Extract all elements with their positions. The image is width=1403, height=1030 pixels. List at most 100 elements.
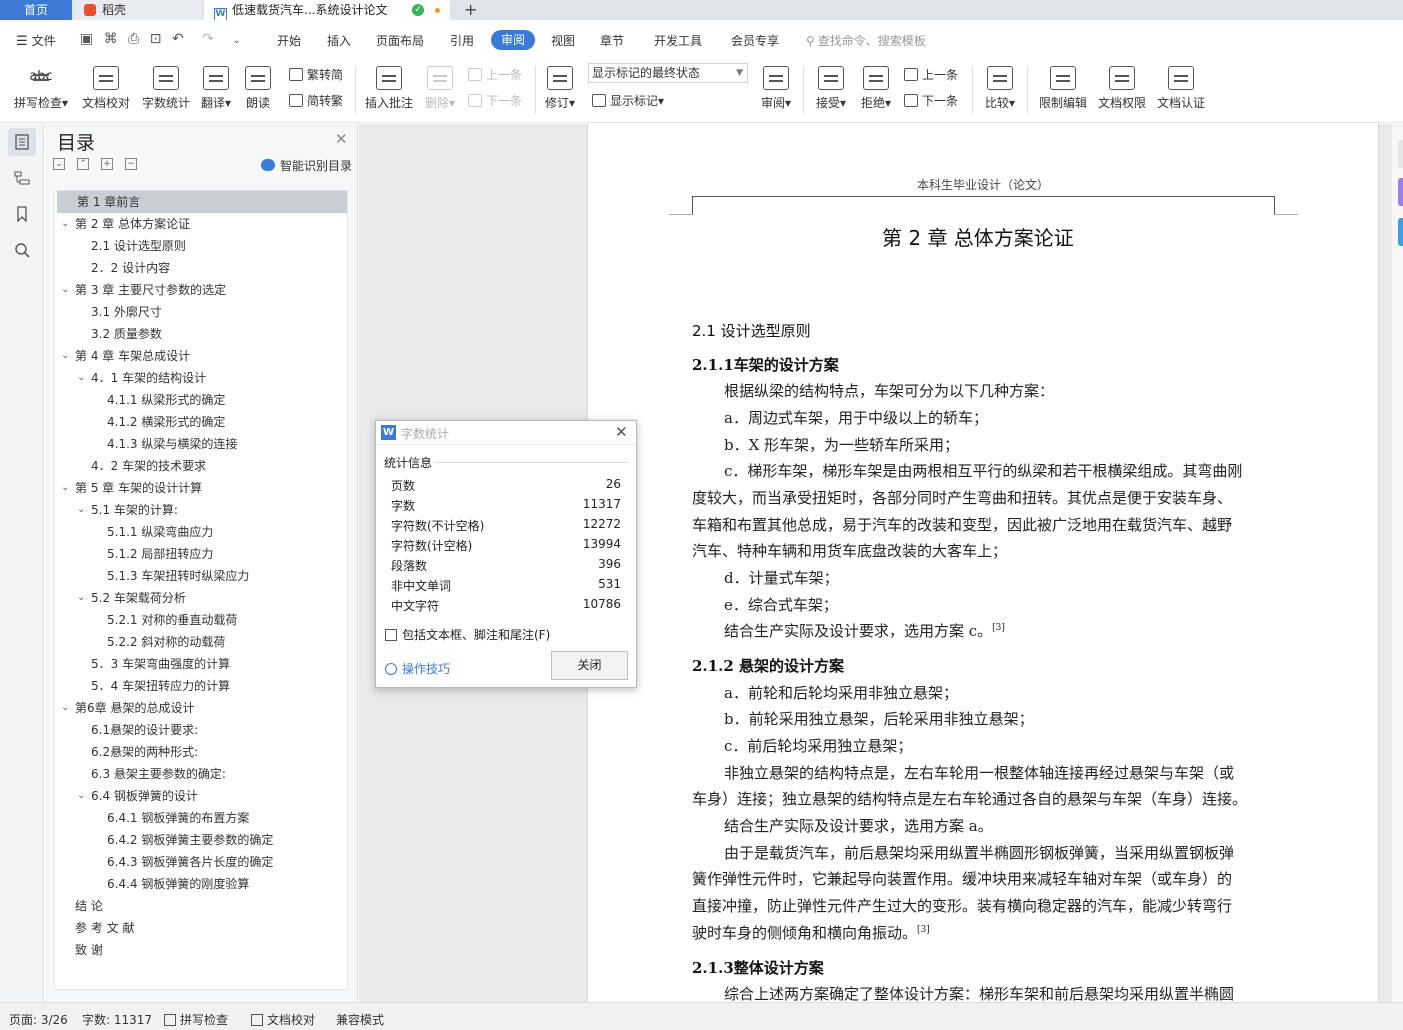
- toc-item[interactable]: ⌄ 第 3 章 主要尺寸参数的选定: [55, 279, 347, 301]
- track-changes-button[interactable]: 修订▾: [541, 66, 579, 111]
- toc-item[interactable]: 6.4.1 钢板弹簧的布置方案: [55, 807, 347, 829]
- remove-heading-icon[interactable]: −: [125, 158, 137, 170]
- toc-item[interactable]: 5.2.2 斜对称的动载荷: [55, 631, 347, 653]
- doc-permission-button[interactable]: 文档权限: [1095, 66, 1149, 111]
- toc-item[interactable]: 4.1.3 纵梁与横梁的连接: [55, 433, 347, 455]
- menu-file[interactable]: ☰ 文件: [16, 32, 56, 49]
- toc-item[interactable]: 4.1.1 纵梁形式的确定: [55, 389, 347, 411]
- toc-item[interactable]: ⌄ 第6章 悬架的总成设计: [55, 697, 347, 719]
- read-aloud-button[interactable]: 朗读: [241, 66, 275, 111]
- show-markup-button[interactable]: 显示标记▾: [592, 92, 664, 109]
- toc-item[interactable]: 4．2 车架的技术要求: [55, 455, 347, 477]
- expand-up-icon[interactable]: ⌃: [77, 158, 89, 170]
- bookmarks-button[interactable]: [8, 200, 36, 228]
- toc-item[interactable]: 3.2 质量参数: [55, 323, 347, 345]
- compare-button[interactable]: 比较▾: [980, 66, 1020, 111]
- toc-item[interactable]: 6.3 悬架主要参数的确定:: [55, 763, 347, 785]
- trad-to-simp-button[interactable]: 繁转简: [289, 66, 343, 83]
- menu-references[interactable]: 引用: [450, 32, 474, 49]
- markup-state-select[interactable]: 显示标记的最终状态 ▼: [588, 63, 748, 83]
- find-button[interactable]: [8, 236, 36, 264]
- tips-link[interactable]: 操作技巧: [385, 660, 450, 677]
- side-tab-blue[interactable]: [1398, 218, 1403, 246]
- side-tab[interactable]: [1398, 140, 1403, 168]
- chapter-nav-button[interactable]: [8, 164, 36, 192]
- toc-item[interactable]: ⌄ 第 5 章 车架的设计计算: [55, 477, 347, 499]
- proofread-button[interactable]: 文档校对: [80, 66, 132, 111]
- toc-item[interactable]: 5．3 车架弯曲强度的计算: [55, 653, 347, 675]
- side-tab-purple[interactable]: [1398, 178, 1403, 206]
- redo-icon[interactable]: ↷: [202, 31, 214, 47]
- chevron-down-icon[interactable]: ⌄: [61, 345, 69, 367]
- page-indicator[interactable]: 页面: 3/26: [9, 1011, 68, 1028]
- chevron-down-icon[interactable]: ⌄: [77, 587, 85, 609]
- print-icon[interactable]: ⎙: [128, 31, 139, 47]
- toc-item[interactable]: 5.1.3 车架扭转时纵梁应力: [55, 565, 347, 587]
- accept-button[interactable]: 接受▾: [812, 66, 850, 111]
- toc-item[interactable]: 6.4.3 钢板弹簧各片长度的确定: [55, 851, 347, 873]
- toc-item[interactable]: 6.2悬架的两种形式:: [55, 741, 347, 763]
- citation-ref[interactable]: [3]: [992, 623, 1005, 633]
- menu-view[interactable]: 视图: [551, 32, 575, 49]
- word-count-indicator[interactable]: 字数: 11317: [82, 1011, 152, 1028]
- chevron-down-icon[interactable]: ⌄: [77, 367, 85, 389]
- simp-to-trad-button[interactable]: 简转繁: [289, 92, 343, 109]
- insert-comment-button[interactable]: 插入批注: [362, 66, 416, 111]
- chevron-down-icon[interactable]: ⌄: [77, 499, 85, 521]
- translate-button[interactable]: 翻译▾: [198, 66, 234, 111]
- collapse-all-icon[interactable]: ⌄: [53, 158, 65, 170]
- toc-item[interactable]: ⌄ 6.4 钢板弹簧的设计: [55, 785, 347, 807]
- menu-chapter[interactable]: 章节: [600, 32, 624, 49]
- menu-page-layout[interactable]: 页面布局: [376, 32, 424, 49]
- smart-toc-button[interactable]: 智能识别目录: [261, 157, 352, 174]
- toc-item[interactable]: ⌄ 第 4 章 车架总成设计: [55, 345, 347, 367]
- tab-home[interactable]: 首页: [0, 0, 72, 20]
- status-proofread[interactable]: 文档校对: [251, 1011, 315, 1028]
- toc-item[interactable]: 参 考 文 献: [55, 917, 347, 939]
- toc-item[interactable]: ⌄ 4．1 车架的结构设计: [55, 367, 347, 389]
- prev-comment-button[interactable]: 上一条: [468, 66, 522, 83]
- close-button[interactable]: 关闭: [551, 651, 628, 680]
- menu-developer[interactable]: 开发工具: [654, 32, 702, 49]
- word-count-button[interactable]: 字数统计: [140, 66, 192, 111]
- format-painter-icon[interactable]: ⌘: [104, 31, 118, 47]
- spellcheck-button[interactable]: abc 拼写检查▾: [10, 66, 72, 111]
- include-textbox-checkbox[interactable]: 包括文本框、脚注和尾注(F): [385, 626, 550, 643]
- toc-item[interactable]: ⌄ 5.1 车架的计算:: [55, 499, 347, 521]
- reject-button[interactable]: 拒绝▾: [857, 66, 895, 111]
- print-preview-icon[interactable]: ⊡: [150, 31, 162, 47]
- toc-item[interactable]: 6.4.2 钢板弹簧主要参数的确定: [55, 829, 347, 851]
- menu-home[interactable]: 开始: [277, 32, 301, 49]
- next-change-button[interactable]: 下一条: [904, 92, 958, 109]
- dialog-titlebar[interactable]: W 字数统计 ✕: [376, 421, 636, 445]
- chevron-down-icon[interactable]: ⌄: [61, 279, 69, 301]
- toc-item[interactable]: 2.1 设计选型原则: [55, 235, 347, 257]
- toc-item[interactable]: 6.4.4 钢板弹簧的刚度验算: [55, 873, 347, 895]
- chevron-down-icon[interactable]: ⌄: [61, 213, 69, 235]
- status-spellcheck[interactable]: 拼写检查: [164, 1011, 228, 1028]
- toc-item[interactable]: 4.1.2 横梁形式的确定: [55, 411, 347, 433]
- next-comment-button[interactable]: 下一条: [468, 92, 522, 109]
- add-heading-icon[interactable]: +: [101, 158, 113, 170]
- toc-item[interactable]: 致 谢: [55, 939, 347, 961]
- toc-item[interactable]: ⌄ 5.2 车架载荷分析: [55, 587, 347, 609]
- chevron-down-icon[interactable]: ⌄: [232, 35, 240, 46]
- chevron-down-icon[interactable]: ⌄: [61, 477, 69, 499]
- undo-icon[interactable]: ↶: [172, 31, 184, 47]
- menu-insert[interactable]: 插入: [327, 32, 351, 49]
- toc-item[interactable]: ⌄ 第 2 章 总体方案论证: [55, 213, 347, 235]
- toc-item[interactable]: 5.1.2 局部扭转应力: [55, 543, 347, 565]
- citation-ref[interactable]: [3]: [917, 925, 930, 935]
- toc-item[interactable]: 5．4 车架扭转应力的计算: [55, 675, 347, 697]
- toc-item[interactable]: 结 论: [55, 895, 347, 917]
- prev-change-button[interactable]: 上一条: [904, 66, 958, 83]
- toc-pane-button[interactable]: [8, 128, 36, 156]
- doc-auth-button[interactable]: 文档认证: [1154, 66, 1208, 111]
- toc-item[interactable]: 5.1.1 纵梁弯曲应力: [55, 521, 347, 543]
- chevron-down-icon[interactable]: ⌄: [77, 785, 85, 807]
- tab-document[interactable]: W 低速载货汽车...系统设计论文 ✓: [204, 0, 450, 21]
- toc-item[interactable]: 5.2.1 对称的垂直动载荷: [55, 609, 347, 631]
- command-search[interactable]: ⚲ 查找命令、搜索模板: [806, 32, 926, 49]
- tab-daoke[interactable]: 稻壳: [74, 0, 202, 20]
- close-icon[interactable]: ✕: [615, 423, 628, 441]
